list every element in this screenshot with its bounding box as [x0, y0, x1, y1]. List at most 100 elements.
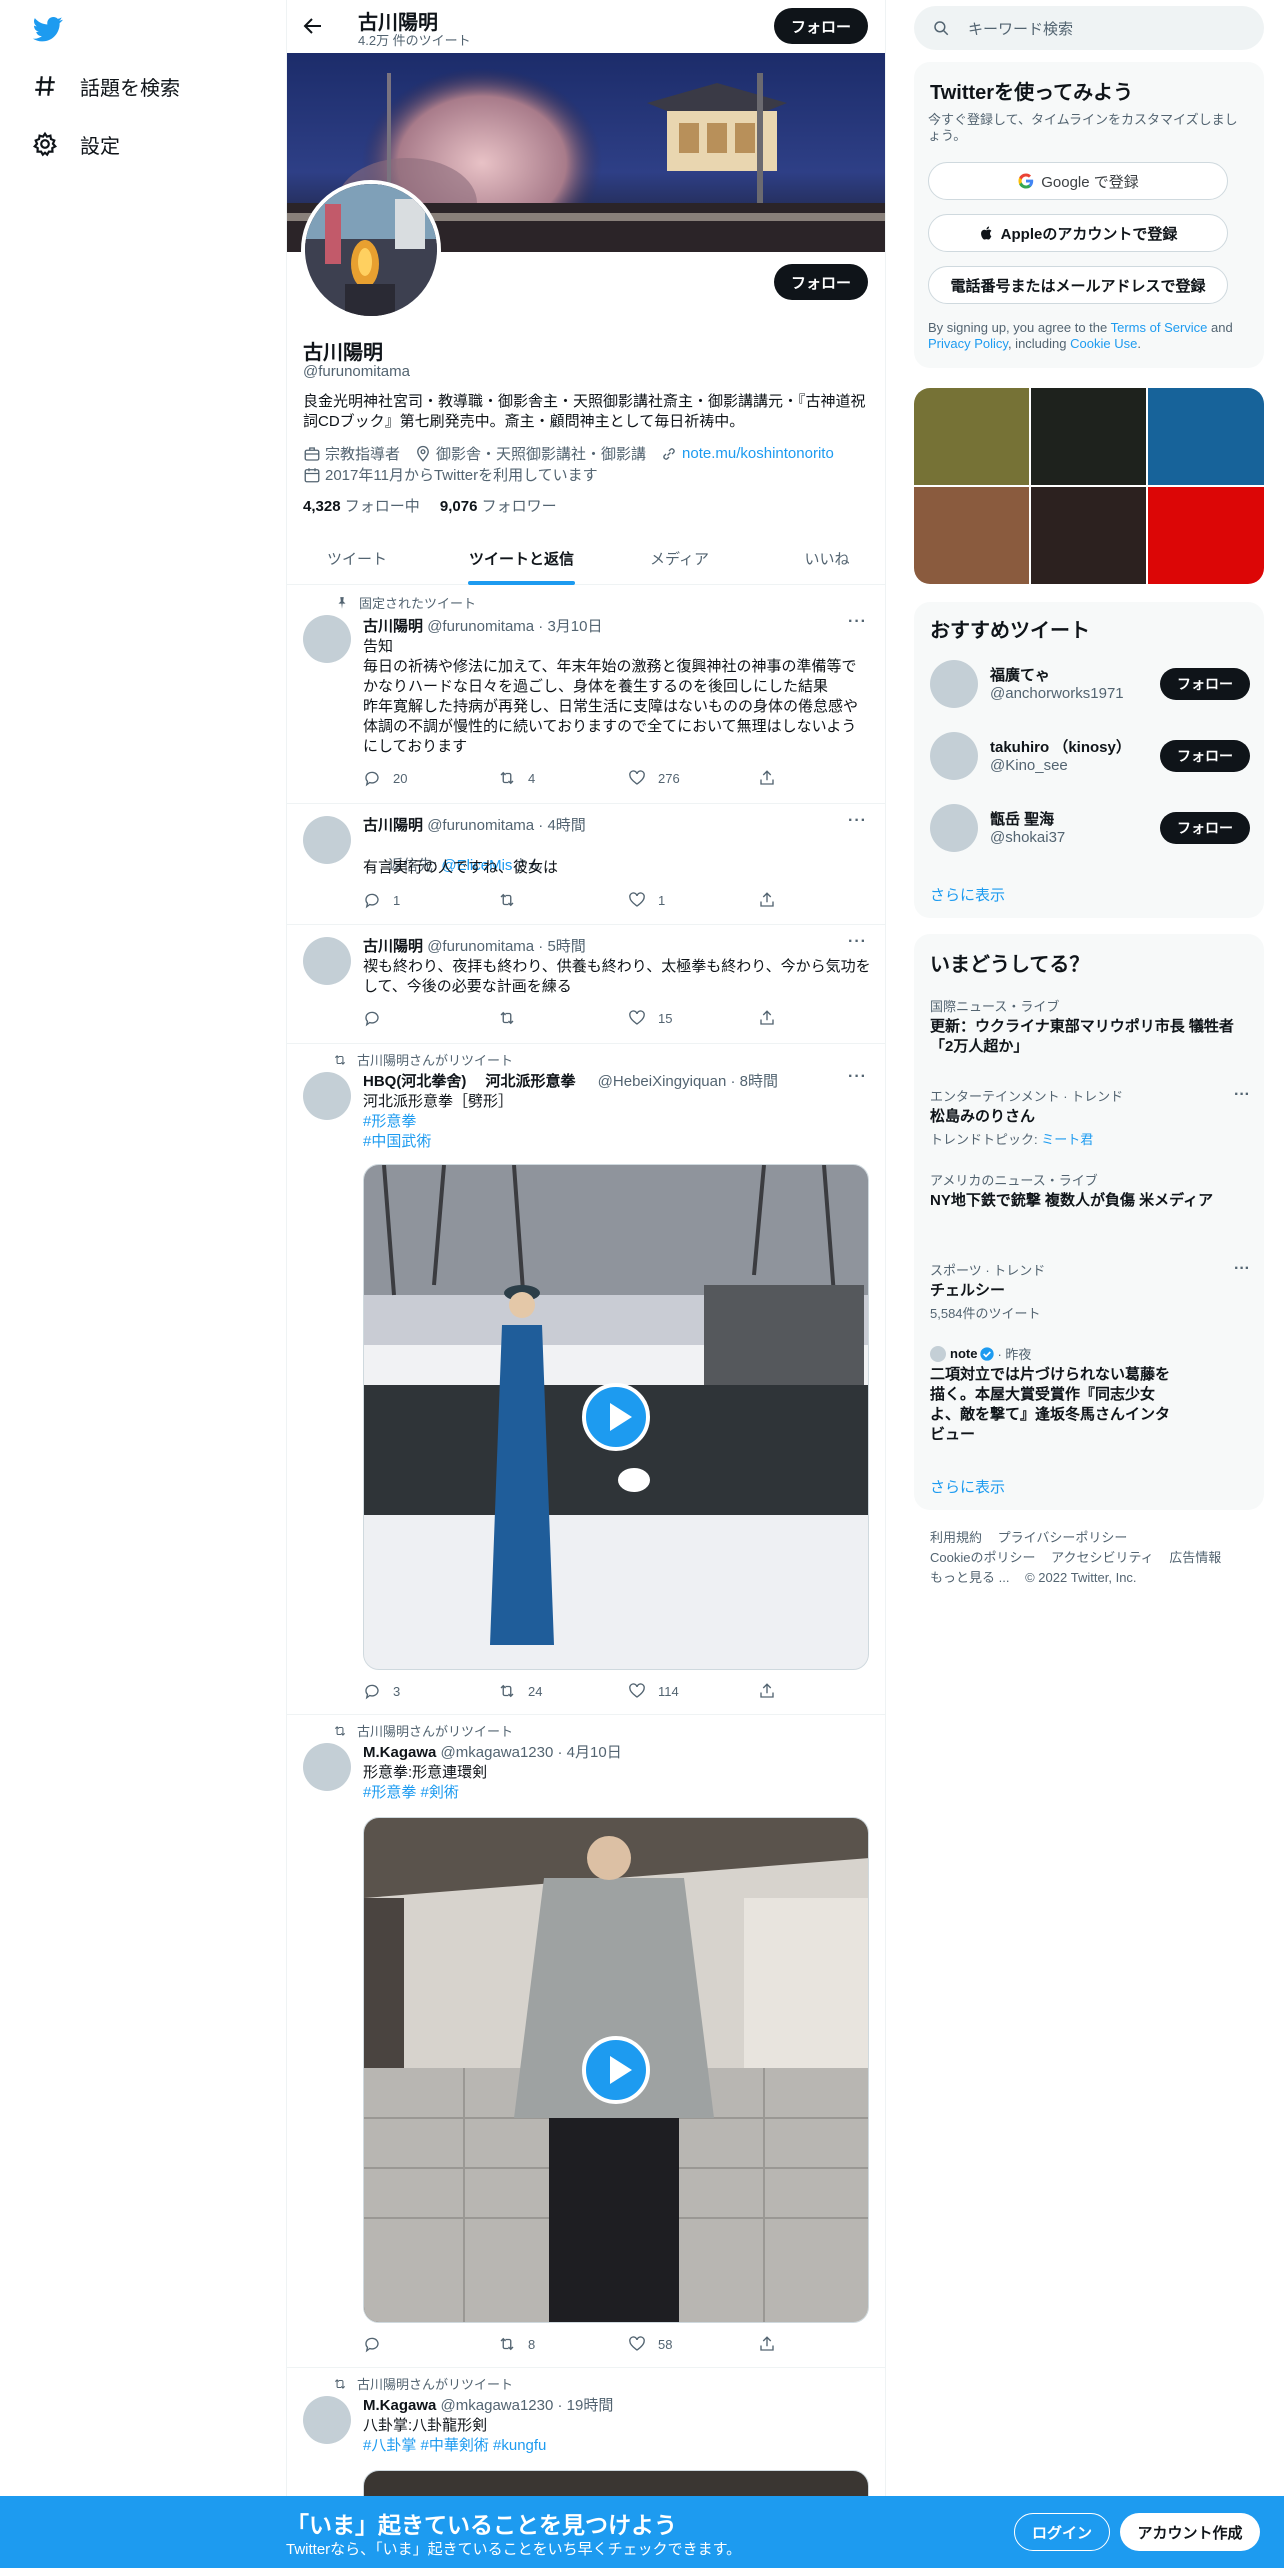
- avatar[interactable]: [930, 660, 978, 708]
- like-button[interactable]: 58: [628, 2335, 672, 2353]
- more-options-icon[interactable]: ···: [848, 613, 867, 631]
- tweet-time[interactable]: · 5時間: [538, 938, 586, 955]
- avatar[interactable]: [930, 732, 978, 780]
- terms-of-service-link[interactable]: Terms of Service: [1111, 320, 1208, 335]
- follow-suggestion[interactable]: 福廣てゃ @anchorworks1971 フォロー: [930, 656, 1250, 712]
- reply-button[interactable]: [363, 2335, 393, 2353]
- share-button[interactable]: [758, 769, 788, 787]
- media-thumbnail[interactable]: [1031, 388, 1146, 485]
- tweet-retweet-video[interactable]: 古川陽明さんがリツイート HBQ(河北拳舍) 河北派形意拳 @HebeiXing…: [287, 1044, 885, 1715]
- twitter-bird-icon[interactable]: [32, 14, 64, 44]
- reply-button[interactable]: 20: [363, 769, 407, 787]
- trend-item[interactable]: エンターテインメント · トレンド ··· 松島みのりさん トレンドトピック: …: [930, 1086, 1250, 1148]
- follow-button[interactable]: フォロー: [1160, 812, 1250, 844]
- media-thumbnail[interactable]: [914, 388, 1029, 485]
- play-icon[interactable]: [582, 2036, 650, 2104]
- play-icon[interactable]: [582, 1383, 650, 1451]
- phone-email-signup-button[interactable]: 電話番号またはメールアドレスで登録: [928, 266, 1228, 304]
- signup-button[interactable]: アカウント作成: [1120, 2513, 1260, 2551]
- login-button[interactable]: ログイン: [1014, 2513, 1110, 2551]
- tweet-author-name[interactable]: 古川陽明: [363, 618, 423, 635]
- avatar[interactable]: [930, 804, 978, 852]
- tweet-retweet-video[interactable]: 古川陽明さんがリツイート M.Kagawa @mkagawa1230 · 4月1…: [287, 1715, 885, 2368]
- retweet-context-text[interactable]: 古川陽明さんがリツイート: [357, 1721, 513, 1740]
- video-player[interactable]: [363, 1817, 869, 2323]
- like-button[interactable]: 114: [628, 1682, 679, 1700]
- tweet-time[interactable]: · 4月10日: [558, 1744, 622, 1761]
- avatar[interactable]: [303, 937, 351, 985]
- tweet-time[interactable]: · 4時間: [538, 817, 586, 834]
- retweet-context-text[interactable]: 古川陽明さんがリツイート: [357, 2374, 513, 2393]
- tab-tweets[interactable]: ツイート: [287, 532, 427, 585]
- google-signup-button[interactable]: Google で登録: [928, 162, 1228, 200]
- footer-more-link[interactable]: もっと見る ...: [930, 1570, 1009, 1585]
- follow-suggestion[interactable]: 甑岳 聖海 @shokai37 フォロー: [930, 800, 1250, 856]
- more-options-icon[interactable]: ···: [848, 812, 867, 830]
- trends-show-more[interactable]: さらに表示: [930, 1476, 1005, 1497]
- tweet-author-name[interactable]: HBQ(河北拳舍) 河北派形意拳: [363, 1073, 576, 1090]
- like-button[interactable]: 276: [628, 769, 680, 787]
- profile-website-link[interactable]: note.mu/koshintonorito: [682, 445, 834, 462]
- more-options-icon[interactable]: ···: [848, 1068, 867, 1086]
- reply-button[interactable]: 1: [363, 891, 400, 909]
- retweet-button[interactable]: 24: [498, 1682, 542, 1700]
- tab-likes[interactable]: いいね: [767, 532, 885, 585]
- trend-item[interactable]: アメリカのニュース・ライブ NY地下鉄で銃撃 複数人が負傷 米メディア: [930, 1170, 1250, 1211]
- share-button[interactable]: [758, 1682, 788, 1700]
- media-thumbnail[interactable]: [1148, 487, 1264, 584]
- media-thumbnail[interactable]: [1031, 487, 1146, 584]
- more-options-icon[interactable]: ···: [1234, 1260, 1250, 1278]
- avatar[interactable]: [303, 615, 351, 663]
- hashtag-link[interactable]: #中国武術: [363, 1132, 871, 1152]
- media-thumbnail[interactable]: [914, 487, 1029, 584]
- share-button[interactable]: [758, 1009, 788, 1027]
- retweet-button[interactable]: [498, 891, 528, 909]
- hashtag-chinese-martial-arts[interactable]: #中国武術: [363, 1133, 431, 1150]
- retweet-button[interactable]: [498, 1009, 528, 1027]
- tweet-time[interactable]: · 8時間: [731, 1073, 779, 1090]
- follow-button[interactable]: フォロー: [1160, 740, 1250, 772]
- tweet-author-name[interactable]: 古川陽明: [363, 938, 423, 955]
- trend-item[interactable]: 国際ニュース・ライブ 更新：ウクライナ東部マリウポリ市長 犠牲者「2万人超か」: [930, 996, 1250, 1057]
- tweet-text-only[interactable]: 古川陽明 @furunomitama · 5時間 ··· 禊も終わり、夜拝も終わ…: [287, 925, 885, 1044]
- like-button[interactable]: 1: [628, 891, 665, 909]
- tab-media[interactable]: メディア: [607, 532, 752, 585]
- trend-news-item[interactable]: note · 昨夜 二項対立では片づけられない葛藤を描く。本屋大賞受賞作『同志少…: [930, 1344, 1250, 1445]
- footer-accessibility-link[interactable]: アクセシビリティ: [1051, 1550, 1154, 1565]
- tweet-time[interactable]: · 3月10日: [538, 618, 602, 635]
- hashtags[interactable]: #八卦掌 #中華剣術 #kungfu: [363, 2437, 546, 2454]
- follow-suggestion[interactable]: takuhiro （kinosy） @Kino_see フォロー: [930, 728, 1250, 784]
- avatar[interactable]: [303, 816, 351, 864]
- avatar[interactable]: [303, 1072, 351, 1120]
- tweet-author-name[interactable]: M.Kagawa: [363, 1744, 436, 1761]
- hashtags[interactable]: #形意拳 #剣術: [363, 1784, 459, 1801]
- reply-button[interactable]: 3: [363, 1682, 400, 1700]
- header-follow-button[interactable]: フォロー: [774, 8, 868, 44]
- hashtag-xingyiquan[interactable]: #形意拳: [363, 1113, 416, 1130]
- search-input[interactable]: キーワード検索: [914, 6, 1264, 50]
- trend-topic-link[interactable]: ミート君: [1041, 1132, 1093, 1147]
- retweet-context-text[interactable]: 古川陽明さんがリツイート: [357, 1050, 513, 1069]
- avatar[interactable]: [303, 1743, 351, 1791]
- nav-settings[interactable]: 設定: [32, 124, 120, 164]
- back-arrow-icon[interactable]: [301, 14, 325, 38]
- hashtag-link[interactable]: #形意拳: [363, 1112, 871, 1132]
- profile-follow-button[interactable]: フォロー: [774, 264, 868, 300]
- more-options-icon[interactable]: ···: [848, 933, 867, 951]
- tweet-pinned[interactable]: 固定されたツイート 古川陽明 @furunomitama · 3月10日 ···…: [287, 585, 885, 804]
- footer-ads-link[interactable]: 広告情報: [1169, 1550, 1221, 1565]
- tweet-author-name[interactable]: 古川陽明: [363, 817, 423, 834]
- avatar[interactable]: [303, 2396, 351, 2444]
- tweet-reply[interactable]: 古川陽明 @furunomitama · 4時間 ··· 返信先: @Elice…: [287, 804, 885, 925]
- profile-avatar[interactable]: [301, 180, 441, 320]
- nav-explore[interactable]: 話題を検索: [32, 66, 180, 106]
- hashtag-link[interactable]: #形意拳 #剣術: [363, 1783, 871, 1803]
- reply-button[interactable]: [363, 1009, 393, 1027]
- who-to-follow-show-more[interactable]: さらに表示: [930, 884, 1005, 905]
- following-link[interactable]: 4,328 フォロー中: [303, 498, 420, 515]
- share-button[interactable]: [758, 2335, 788, 2353]
- apple-signup-button[interactable]: Appleのアカウントで登録: [928, 214, 1228, 252]
- follow-button[interactable]: フォロー: [1160, 668, 1250, 700]
- footer-privacy-link[interactable]: プライバシーポリシー: [998, 1530, 1128, 1545]
- tab-tweets-and-replies[interactable]: ツイートと返信: [468, 532, 575, 585]
